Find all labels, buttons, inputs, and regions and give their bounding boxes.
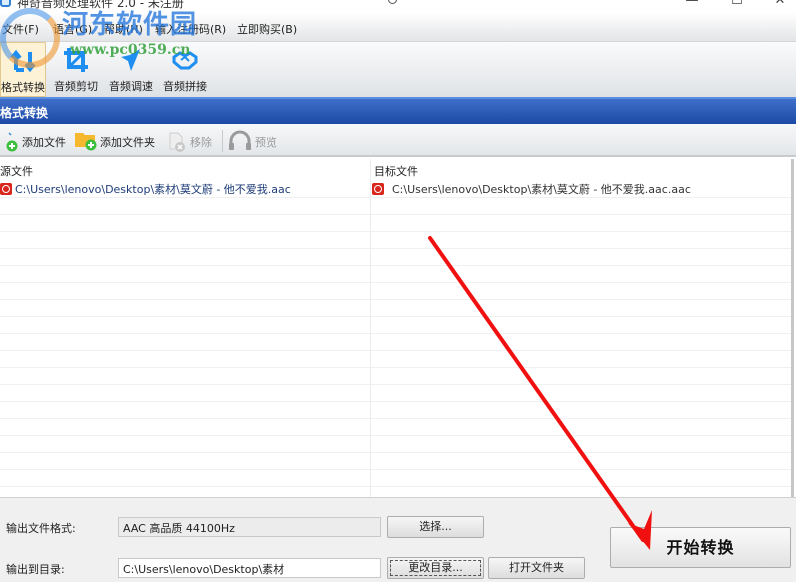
tool-audio-speed[interactable]: 音频调速: [104, 42, 158, 97]
minimize-button[interactable]: —: [677, 0, 707, 8]
crop-icon: [64, 48, 88, 72]
row-gridline: [0, 214, 791, 215]
row-gridline: [0, 282, 791, 283]
tool-label: 音频调速: [109, 80, 153, 93]
start-convert-button[interactable]: 开始转换: [610, 527, 791, 568]
row-gridline: [0, 418, 791, 419]
row-gridline: [0, 197, 791, 198]
remove-icon: [169, 132, 185, 152]
speed-icon: [121, 49, 140, 71]
output-dir-label: 输出到目录:: [6, 563, 65, 576]
row-gridline: [0, 265, 791, 266]
row-gridline: [0, 452, 791, 453]
add-file-icon: [6, 132, 18, 152]
output-settings-panel: 输出文件格式: AAC 高品质 44100Hz 选择... 输出到目录: C:\…: [0, 497, 796, 582]
title-bar: 神奇音频处理软件 2.0 - 未注册 — ☐ ✕: [0, 0, 796, 14]
menu-buy[interactable]: 立即购买(B): [237, 21, 297, 37]
output-dir-field[interactable]: C:\Users\lenovo\Desktop\素材: [118, 558, 381, 578]
menu-register[interactable]: 输入注册码(R): [155, 21, 226, 37]
column-divider[interactable]: [370, 159, 371, 497]
menu-bar: 文件(F) 语言(G) 帮助(H) 输入注册码(R) 立即购买(B): [0, 14, 796, 42]
row-gridline: [0, 367, 791, 368]
handshake-join-icon: [172, 51, 198, 70]
tool-audio-join[interactable]: 音频拼接: [158, 42, 212, 97]
row-gridline: [0, 384, 791, 385]
list-item-source[interactable]: C:\Users\lenovo\Desktop\素材\莫文蔚 - 他不爱我.aa…: [0, 181, 291, 197]
tool-audio-cut[interactable]: 音频剪切: [50, 42, 102, 97]
file-list[interactable]: 源文件 目标文件 C:\Users\lenovo\Desktop\素材\莫文蔚 …: [0, 159, 794, 497]
preview-label: 预览: [255, 136, 277, 149]
file-toolbar: 添加文件 添加文件夹 移除 预览: [0, 124, 796, 157]
convert-arrows-icon: [10, 49, 36, 73]
tool-label: 音频剪切: [54, 80, 98, 93]
add-folder-label: 添加文件夹: [100, 136, 155, 149]
app-icon: [0, 0, 11, 7]
add-file-label: 添加文件: [22, 136, 66, 149]
row-gridline: [0, 248, 791, 249]
column-header-target[interactable]: 目标文件: [374, 163, 418, 179]
row-gridline: [0, 401, 791, 402]
main-toolbar: 格式转换 音频剪切 音频调速 音频拼接: [0, 42, 796, 97]
menu-help[interactable]: 帮助(H): [104, 21, 143, 37]
row-gridline: [0, 435, 791, 436]
preview-button[interactable]: 预览: [228, 130, 284, 152]
output-format-field: AAC 高品质 44100Hz: [118, 517, 381, 537]
menu-language[interactable]: 语言(G): [53, 21, 92, 37]
window-title: 神奇音频处理软件 2.0 - 未注册: [17, 0, 184, 10]
row-gridline: [0, 350, 791, 351]
open-folder-button[interactable]: 打开文件夹: [488, 557, 585, 579]
audio-file-icon: [0, 183, 12, 195]
remove-label: 移除: [190, 136, 212, 149]
circle-icon: [388, 0, 397, 4]
row-gridline: [0, 333, 791, 334]
toolbar-separator: [222, 130, 223, 152]
tool-label: 音频拼接: [163, 80, 207, 93]
menu-file[interactable]: 文件(F): [2, 21, 39, 37]
row-gridline: [0, 299, 791, 300]
add-folder-icon: [75, 133, 97, 151]
select-format-button[interactable]: 选择...: [387, 516, 484, 538]
row-gridline: [0, 231, 791, 232]
section-title: 格式转换: [0, 106, 49, 120]
remove-button[interactable]: 移除: [166, 130, 216, 152]
row-gridline: [0, 486, 791, 487]
add-file-button[interactable]: 添加文件: [4, 130, 70, 152]
list-item-target[interactable]: C:\Users\lenovo\Desktop\素材\莫文蔚 - 他不爱我.aa…: [372, 181, 691, 197]
column-header-source[interactable]: 源文件: [0, 163, 33, 179]
tool-label: 格式转换: [1, 81, 45, 94]
row-gridline: [0, 469, 791, 470]
audio-file-icon: [372, 183, 384, 195]
close-button[interactable]: ✕: [765, 0, 795, 8]
tool-format-convert[interactable]: 格式转换: [0, 42, 46, 97]
headphones-icon: [229, 130, 251, 150]
maximize-button[interactable]: ☐: [722, 0, 752, 8]
change-dir-button[interactable]: 更改目录...: [387, 557, 484, 579]
section-header: 格式转换: [0, 97, 796, 124]
target-path: C:\Users\lenovo\Desktop\素材\莫文蔚 - 他不爱我.aa…: [392, 183, 691, 196]
add-folder-button[interactable]: 添加文件夹: [74, 130, 158, 152]
output-format-label: 输出文件格式:: [6, 522, 76, 535]
source-path: C:\Users\lenovo\Desktop\素材\莫文蔚 - 他不爱我.aa…: [15, 183, 291, 196]
row-gridline: [0, 316, 791, 317]
